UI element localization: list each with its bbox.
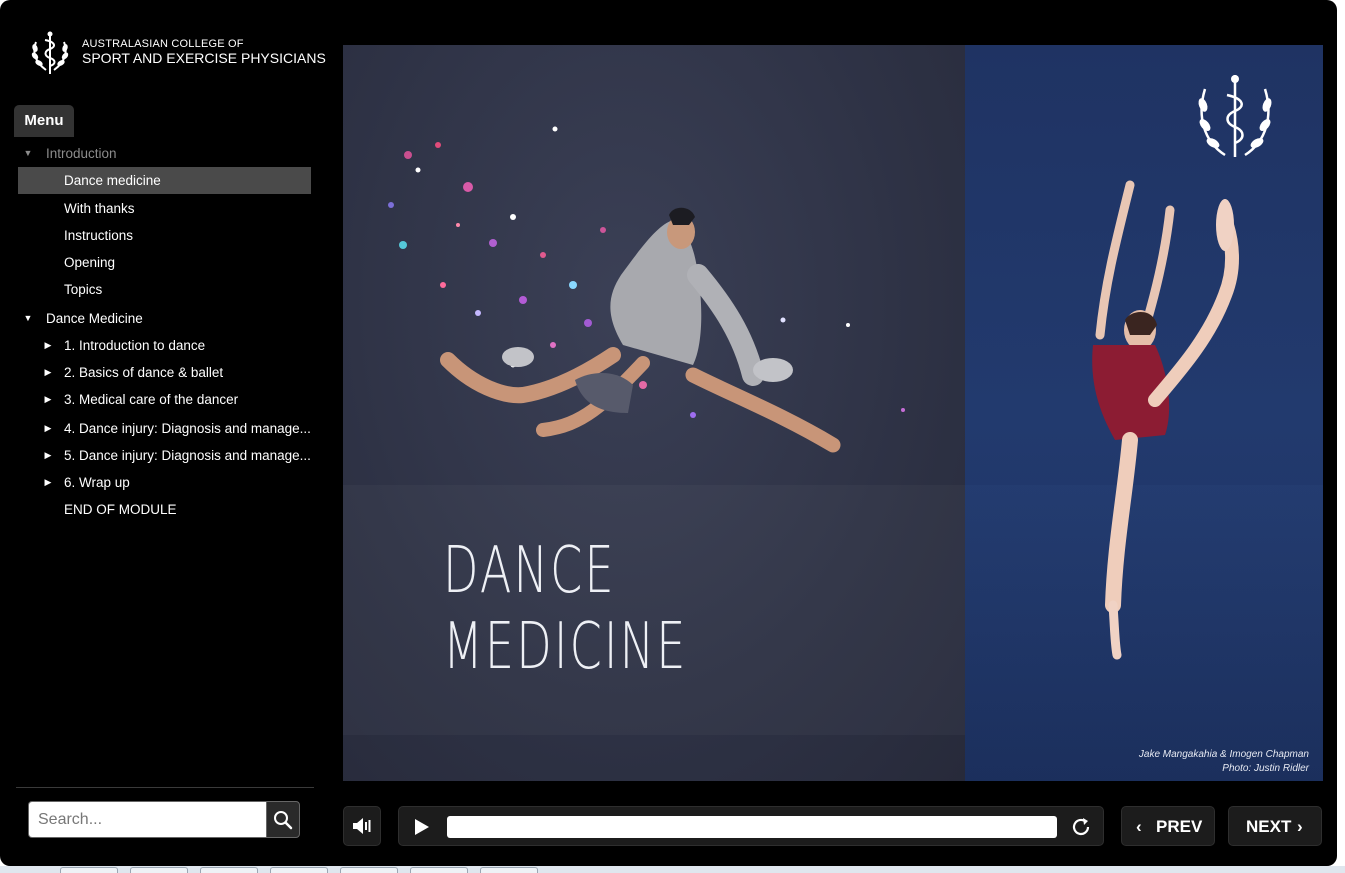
- menu-item-dance-injury-5[interactable]: ▶ 5. Dance injury: Diagnosis and manage.…: [14, 442, 314, 469]
- menu-item-instructions[interactable]: Instructions: [14, 222, 314, 249]
- seek-slider[interactable]: [447, 816, 1057, 838]
- caduceus-laurel-icon: [31, 31, 69, 74]
- taskbar-item[interactable]: [130, 867, 188, 873]
- menu-item-topics[interactable]: Topics: [14, 276, 314, 303]
- taskbar-item[interactable]: [410, 867, 468, 873]
- menu-item-wrap-up[interactable]: ▶ 6. Wrap up: [14, 469, 314, 496]
- taskbar-item[interactable]: [200, 867, 258, 873]
- menu-item-medical-care[interactable]: ▶ 3. Medical care of the dancer: [14, 386, 314, 413]
- volume-button[interactable]: [343, 806, 381, 846]
- expand-right-icon[interactable]: ▶: [42, 386, 54, 413]
- photo-credit-photographer: Photo: Justin Ridler: [1222, 763, 1309, 774]
- chevron-right-icon: ›: [1297, 817, 1303, 836]
- search-icon: [274, 810, 293, 829]
- menu-item-introduction-to-dance[interactable]: ▶ 1. Introduction to dance: [14, 332, 314, 359]
- menu-item-end-of-module[interactable]: END OF MODULE: [14, 496, 314, 523]
- taskbar-item[interactable]: [60, 867, 118, 873]
- male-dancer-photo: [388, 126, 905, 453]
- menu-item-opening[interactable]: Opening: [14, 249, 314, 276]
- taskbar-item[interactable]: [270, 867, 328, 873]
- ballerina-photo: [1092, 75, 1272, 660]
- expand-down-icon: ▼: [23, 148, 33, 158]
- search-button[interactable]: [266, 801, 300, 838]
- slide-title: DANCE MEDICINE: [443, 533, 688, 685]
- menu-item-basics-of-dance[interactable]: ▶ 2. Basics of dance & ballet: [14, 359, 314, 386]
- logo-text-line2: SPORT AND EXERCISE PHYSICIANS: [82, 50, 326, 66]
- play-button[interactable]: [411, 817, 431, 842]
- volume-icon: [353, 818, 371, 834]
- replay-icon: [1072, 818, 1090, 836]
- sidebar-divider: [16, 787, 314, 788]
- chevron-left-icon: ‹: [1136, 817, 1142, 836]
- logo-text-line1: AUSTRALASIAN COLLEGE OF: [82, 38, 244, 50]
- slide-title-line2: MEDICINE: [443, 610, 688, 684]
- menu-section-dance-medicine[interactable]: ▼ Dance Medicine: [14, 305, 314, 332]
- slide-stage: DANCE MEDICINE Jake Mangakahia & Imogen …: [343, 45, 1323, 781]
- menu-tab[interactable]: Menu: [14, 105, 74, 137]
- search-box: [28, 801, 300, 838]
- slide-title-line1: DANCE: [443, 534, 616, 608]
- os-taskbar: [0, 866, 1345, 873]
- college-logo: AUSTRALASIAN COLLEGE OF SPORT AND EXERCI…: [26, 28, 326, 76]
- next-button[interactable]: NEXT ›: [1228, 806, 1322, 846]
- photo-credit: Jake Mangakahia & Imogen Chapman Photo: …: [1139, 748, 1309, 776]
- course-player: AUSTRALASIAN COLLEGE OF SPORT AND EXERCI…: [0, 0, 1337, 866]
- menu-item-dance-injury-4[interactable]: ▶ 4. Dance injury: Diagnosis and manage.…: [14, 415, 314, 442]
- expand-right-icon[interactable]: ▶: [42, 359, 54, 386]
- expand-right-icon[interactable]: ▶: [42, 415, 54, 442]
- taskbar-item[interactable]: [340, 867, 398, 873]
- prev-button[interactable]: ‹ PREV: [1121, 806, 1215, 846]
- taskbar-item[interactable]: [480, 867, 538, 873]
- expand-right-icon[interactable]: ▶: [42, 469, 54, 496]
- replay-button[interactable]: [1069, 815, 1093, 844]
- expand-right-icon[interactable]: ▶: [42, 442, 54, 469]
- play-icon: [415, 819, 429, 835]
- menu-item-dance-medicine[interactable]: Dance medicine: [18, 167, 311, 194]
- playback-bar: [398, 806, 1104, 846]
- menu-section-introduction[interactable]: ▼ Introduction: [14, 140, 314, 167]
- expand-right-icon[interactable]: ▶: [42, 332, 54, 359]
- menu-item-with-thanks[interactable]: With thanks: [14, 195, 314, 222]
- photo-credit-dancers: Jake Mangakahia & Imogen Chapman: [1138, 749, 1309, 760]
- search-input[interactable]: [28, 801, 266, 838]
- expand-down-icon: ▼: [23, 313, 33, 323]
